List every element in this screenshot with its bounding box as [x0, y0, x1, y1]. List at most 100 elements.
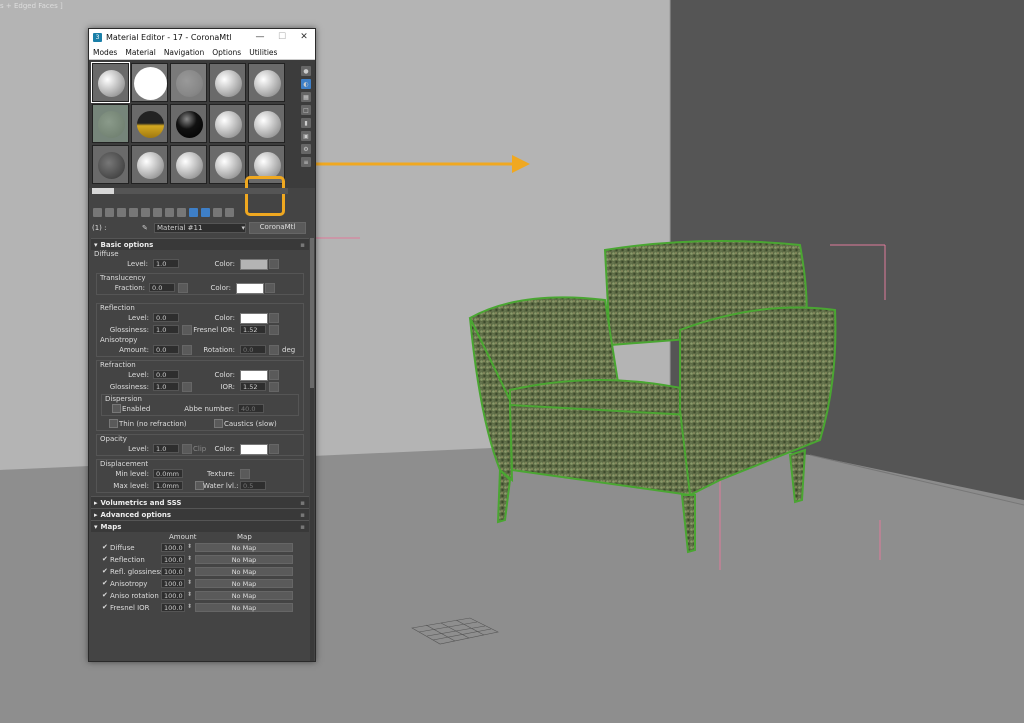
map-amount-spinner[interactable]: 100.0: [161, 603, 185, 612]
sample-slot[interactable]: [91, 62, 130, 103]
sample-slot[interactable]: [131, 145, 168, 184]
get-material-icon[interactable]: [93, 207, 102, 217]
refr-level-spinner[interactable]: 0.0: [153, 370, 179, 379]
assign-to-selection-icon[interactable]: [117, 207, 126, 217]
sample-slot[interactable]: [131, 63, 168, 102]
put-to-library-icon[interactable]: [165, 207, 174, 217]
material-editor-window[interactable]: 3 Material Editor - 17 - CoronaMtl — ☐ ✕…: [88, 28, 316, 662]
material-type-button[interactable]: CoronaMtl: [249, 222, 306, 234]
sample-slot[interactable]: [209, 63, 246, 102]
go-to-parent-icon[interactable]: [213, 207, 222, 217]
sample-slot[interactable]: [248, 63, 285, 102]
menu-options[interactable]: Options: [212, 48, 241, 57]
diffuse-map-button[interactable]: [269, 259, 279, 269]
refl-level-spinner[interactable]: 0.0: [153, 313, 179, 322]
fraction-map-button[interactable]: [178, 283, 188, 293]
fresnel-ior-spinner[interactable]: 1.52: [240, 325, 266, 334]
maximize-button[interactable]: ☐: [271, 32, 293, 42]
opacity-map-button[interactable]: [182, 444, 192, 454]
background-icon[interactable]: ▦: [301, 92, 311, 102]
refr-ior-spinner[interactable]: 1.52: [240, 382, 266, 391]
sample-slot[interactable]: [92, 145, 129, 184]
refl-map-button[interactable]: [269, 313, 279, 323]
translucency-map-button[interactable]: [265, 283, 275, 293]
rollout-advanced[interactable]: ▸ Advanced options ▪: [91, 508, 309, 520]
menu-navigation[interactable]: Navigation: [164, 48, 204, 57]
scrollbar-thumb[interactable]: [310, 238, 314, 388]
rollout-volumetrics[interactable]: ▸ Volumetrics and SSS ▪: [91, 496, 309, 508]
map-slot-button[interactable]: No Map: [195, 555, 293, 564]
rollout-maps[interactable]: ▾ Maps ▪: [91, 520, 309, 532]
minimize-button[interactable]: —: [249, 32, 271, 42]
aniso-amount-spinner[interactable]: 0.0: [153, 345, 179, 354]
refl-color-swatch[interactable]: [240, 313, 268, 324]
reset-map-icon[interactable]: [129, 207, 138, 217]
fresnel-ior-map-button[interactable]: [269, 325, 279, 335]
sample-type-icon[interactable]: ●: [301, 66, 311, 76]
title-bar[interactable]: 3 Material Editor - 17 - CoronaMtl — ☐ ✕: [89, 29, 315, 45]
sample-slot[interactable]: [92, 104, 129, 143]
sample-slot[interactable]: [131, 104, 168, 143]
refr-ior-map-button[interactable]: [269, 382, 279, 392]
disp-min-spinner[interactable]: 0.0mm: [153, 469, 183, 478]
sample-slot[interactable]: [170, 145, 207, 184]
make-copy-icon[interactable]: [141, 207, 150, 217]
spinner-arrows-icon[interactable]: ⬍: [187, 543, 192, 550]
map-enabled-checkbox[interactable]: ✔: [102, 567, 108, 575]
refr-color-swatch[interactable]: [240, 370, 268, 381]
diffuse-color-swatch[interactable]: [240, 259, 268, 270]
diffuse-level-spinner[interactable]: 1.0: [153, 259, 179, 268]
disp-texture-button[interactable]: [240, 469, 250, 479]
map-slot-button[interactable]: No Map: [195, 591, 293, 600]
map-enabled-checkbox[interactable]: ✔: [102, 555, 108, 563]
rollout-scrollbar[interactable]: [310, 238, 314, 661]
menu-material[interactable]: Material: [125, 48, 155, 57]
viewport-label[interactable]: s + Edged Faces ]: [0, 2, 63, 10]
put-to-scene-icon[interactable]: [105, 207, 114, 217]
menu-modes[interactable]: Modes: [93, 48, 117, 57]
map-enabled-checkbox[interactable]: ✔: [102, 543, 108, 551]
map-slot-button[interactable]: No Map: [195, 567, 293, 576]
video-color-icon[interactable]: ▮: [301, 118, 311, 128]
map-amount-spinner[interactable]: 100.0: [161, 591, 185, 600]
translucency-color-swatch[interactable]: [236, 283, 264, 294]
map-amount-spinner[interactable]: 100.0: [161, 543, 185, 552]
dispersion-enabled-checkbox[interactable]: [112, 404, 121, 413]
options-icon[interactable]: ⚙: [301, 144, 311, 154]
opacity-color-swatch[interactable]: [240, 444, 268, 455]
spinner-arrows-icon[interactable]: ⬍: [187, 591, 192, 598]
material-name-field[interactable]: Material #11 ▾: [154, 223, 246, 233]
spinner-arrows-icon[interactable]: ⬍: [187, 567, 192, 574]
map-slot-button[interactable]: No Map: [195, 603, 293, 612]
show-shaded-icon[interactable]: [189, 207, 198, 217]
map-slot-button[interactable]: No Map: [195, 579, 293, 588]
map-amount-spinner[interactable]: 100.0: [161, 555, 185, 564]
map-amount-spinner[interactable]: 100.0: [161, 579, 185, 588]
make-preview-icon[interactable]: ▣: [301, 131, 311, 141]
aniso-rotation-map-button[interactable]: [269, 345, 279, 355]
dropdown-arrow-icon[interactable]: ▾: [241, 224, 245, 232]
thin-checkbox[interactable]: [109, 419, 118, 428]
close-button[interactable]: ✕: [293, 32, 315, 42]
opacity-level-spinner[interactable]: 1.0: [153, 444, 179, 453]
rollout-basic-options[interactable]: ▾ Basic options ▪: [91, 238, 309, 250]
sample-slot[interactable]: [170, 104, 207, 143]
spinner-arrows-icon[interactable]: ⬍: [187, 555, 192, 562]
water-level-spinner[interactable]: 0.5: [240, 481, 266, 490]
sample-slot[interactable]: [209, 145, 246, 184]
sample-uv-icon[interactable]: □: [301, 105, 311, 115]
map-enabled-checkbox[interactable]: ✔: [102, 603, 108, 611]
refr-gloss-spinner[interactable]: 1.0: [153, 382, 179, 391]
map-amount-spinner[interactable]: 100.0: [161, 567, 185, 576]
backlight-icon[interactable]: ◐: [301, 79, 311, 89]
go-forward-icon[interactable]: [225, 207, 234, 217]
select-by-material-icon[interactable]: ≡: [301, 157, 311, 167]
spinner-arrows-icon[interactable]: ⬍: [187, 603, 192, 610]
refr-map-button[interactable]: [269, 370, 279, 380]
sample-slot[interactable]: [248, 104, 285, 143]
material-id-icon[interactable]: [177, 207, 186, 217]
make-unique-icon[interactable]: [153, 207, 162, 217]
disp-max-spinner[interactable]: 1.0mm: [153, 481, 183, 490]
refl-gloss-spinner[interactable]: 1.0: [153, 325, 179, 334]
caustics-checkbox[interactable]: [214, 419, 223, 428]
